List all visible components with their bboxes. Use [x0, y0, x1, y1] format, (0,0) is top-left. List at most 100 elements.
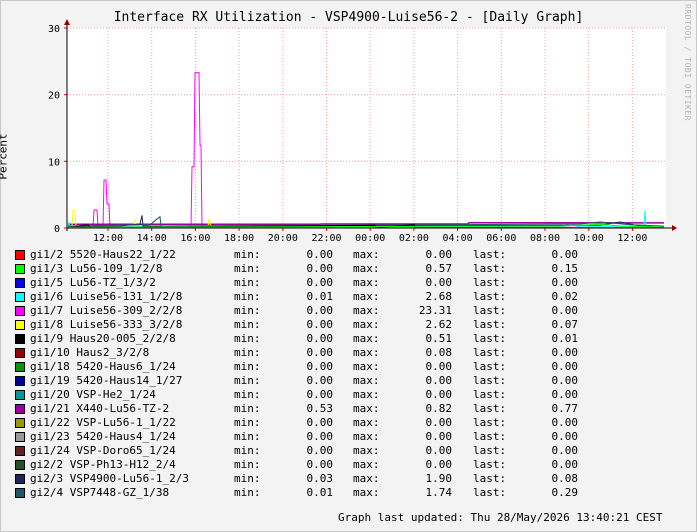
- y-tick-label: 10: [48, 157, 60, 168]
- x-tick-label: 00:00: [355, 233, 385, 244]
- legend-max-value: 0.57: [425, 262, 453, 275]
- x-axis-arrow: [672, 225, 677, 231]
- y-axis-arrow: [64, 19, 70, 25]
- legend-series-name: gi1/22 VSP-Lu56-1_1/22: [30, 416, 176, 429]
- legend-min-label: min:: [234, 332, 261, 345]
- legend-min-label: min:: [234, 290, 261, 303]
- legend-max-label: max:: [353, 472, 380, 485]
- legend-last-value: 0.02: [551, 290, 579, 303]
- legend-series-name: gi1/5 Lu56-TZ_1/3/2: [30, 276, 156, 289]
- legend-series-name: gi1/8 Luise56-333_3/2/8: [30, 318, 183, 331]
- legend-series-name: gi2/4 VSP7448-GZ_1/38: [30, 486, 170, 499]
- legend-last-value: 0.00: [551, 430, 579, 443]
- legend-swatch: [15, 278, 25, 288]
- legend-max-value: 0.51: [425, 332, 453, 345]
- legend-swatch: [15, 348, 25, 358]
- x-tick-label: 06:00: [486, 233, 516, 244]
- legend-min-value: 0.00: [306, 318, 334, 331]
- legend-max-label: max:: [353, 332, 380, 345]
- x-tick-label: 20:00: [268, 233, 298, 244]
- x-tick-label: 22:00: [311, 233, 341, 244]
- legend-last-label: last:: [473, 444, 507, 457]
- x-tick-label: 18:00: [224, 233, 254, 244]
- legend-max-label: max:: [353, 374, 380, 387]
- legend-max-value: 0.00: [425, 248, 453, 261]
- legend-swatch: [15, 320, 25, 330]
- x-tick-label: 12:00: [93, 233, 123, 244]
- legend-swatch: [15, 376, 25, 386]
- legend-swatch: [15, 418, 25, 428]
- legend-min-value: 0.01: [306, 290, 334, 303]
- legend-max-value: 2.62: [425, 318, 453, 331]
- legend-last-label: last:: [473, 374, 507, 387]
- legend-last-label: last:: [473, 318, 507, 331]
- legend-last-label: last:: [473, 388, 507, 401]
- legend-last-label: last:: [473, 360, 507, 373]
- legend-max-value: 0.00: [425, 388, 453, 401]
- legend-last-value: 0.77: [551, 402, 579, 415]
- legend-max-label: max:: [353, 262, 380, 275]
- legend-series-name: gi1/19 5420-Haus14_1/27: [30, 374, 183, 387]
- legend-max-value: 0.00: [425, 416, 453, 429]
- y-tick-label: 0: [54, 224, 60, 235]
- last-updated-text: Graph last updated: Thu 28/May/2026 13:4…: [338, 511, 663, 524]
- legend-swatch: [15, 306, 25, 316]
- legend-max-label: max:: [353, 360, 380, 373]
- legend-min-label: min:: [234, 248, 261, 261]
- legend-min-value: 0.00: [306, 304, 334, 317]
- legend-swatch: [15, 250, 25, 260]
- legend-series-name: gi1/6 Luise56-131_1/2/8: [30, 290, 183, 303]
- legend-swatch: [15, 264, 25, 274]
- legend-max-label: max:: [353, 458, 380, 471]
- legend-last-label: last:: [473, 402, 507, 415]
- x-tick-label: 10:00: [574, 233, 604, 244]
- plot-background: [67, 28, 666, 228]
- legend-last-value: 0.00: [551, 444, 579, 457]
- legend-last-label: last:: [473, 262, 507, 275]
- legend-swatch: [15, 446, 25, 456]
- legend-series-name: gi1/7 Luise56-309_2/2/8: [30, 304, 183, 317]
- legend-max-label: max:: [353, 402, 380, 415]
- legend-max-label: max:: [353, 416, 380, 429]
- legend-swatch: [15, 474, 25, 484]
- legend-min-value: 0.03: [306, 472, 334, 485]
- legend-min-value: 0.00: [306, 276, 334, 289]
- legend-min-value: 0.00: [306, 388, 334, 401]
- legend-min-value: 0.00: [306, 416, 334, 429]
- legend-last-value: 0.00: [551, 248, 579, 261]
- legend-swatch: [15, 292, 25, 302]
- legend-last-label: last:: [473, 430, 507, 443]
- legend-swatch: [15, 362, 25, 372]
- legend-max-label: max:: [353, 318, 380, 331]
- legend-last-value: 0.00: [551, 360, 579, 373]
- legend-min-label: min:: [234, 318, 261, 331]
- legend-last-label: last:: [473, 486, 507, 499]
- legend-max-label: max:: [353, 248, 380, 261]
- legend-max-label: max:: [353, 430, 380, 443]
- legend-min-label: min:: [234, 304, 261, 317]
- legend-series-name: gi2/3 VSP4900-Lu56-1_2/3: [30, 472, 189, 485]
- legend-min-value: 0.00: [306, 360, 334, 373]
- x-tick-label: 02:00: [399, 233, 429, 244]
- legend-last-value: 0.00: [551, 304, 579, 317]
- legend-series-name: gi1/2 5520-Haus22_1/22: [30, 248, 176, 261]
- y-tick-label: 30: [48, 24, 60, 35]
- legend-last-value: 0.29: [551, 486, 579, 499]
- legend-min-value: 0.00: [306, 374, 334, 387]
- legend-max-value: 1.90: [425, 472, 453, 485]
- legend-max-value: 0.00: [425, 276, 453, 289]
- legend-max-value: 0.00: [425, 430, 453, 443]
- x-tick-label: 04:00: [443, 233, 473, 244]
- legend-max-value: 1.74: [425, 486, 453, 499]
- legend-last-label: last:: [473, 332, 507, 345]
- legend-last-label: last:: [473, 304, 507, 317]
- legend-last-label: last:: [473, 472, 507, 485]
- legend-series-name: gi1/23 5420-Haus4_1/24: [30, 430, 176, 443]
- legend-series-name: gi1/21 X440-Lu56-TZ-2: [30, 402, 170, 415]
- legend-min-value: 0.00: [306, 248, 334, 261]
- legend-last-label: last:: [473, 416, 507, 429]
- x-tick-label: 14:00: [137, 233, 167, 244]
- legend-min-label: min:: [234, 346, 261, 359]
- legend-last-value: 0.00: [551, 374, 579, 387]
- legend-last-value: 0.08: [551, 472, 579, 485]
